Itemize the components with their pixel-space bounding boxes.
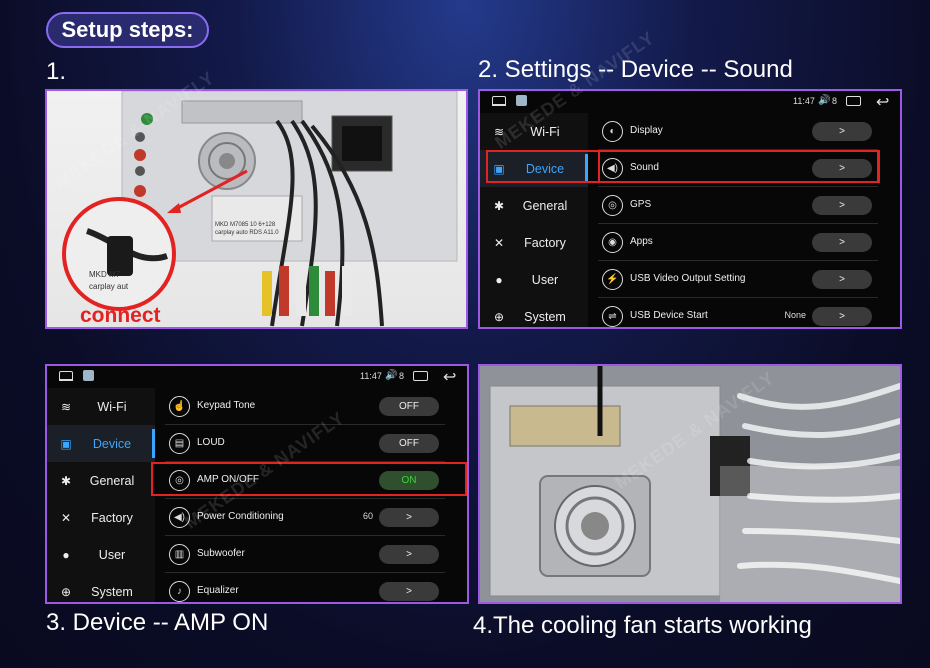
- unit-label-line1: MKD M7085 10 6+128: [215, 222, 276, 228]
- sidebar-item-label: Factory: [524, 235, 566, 250]
- head-unit-illustration: [62, 91, 458, 327]
- row-label: LOUD: [197, 437, 225, 448]
- clock: 11:47: [360, 371, 382, 381]
- display-icon: ◐: [602, 121, 623, 142]
- sidebar-item-label: Device: [525, 161, 565, 176]
- amp-icon: ◎: [169, 470, 190, 491]
- back-icon[interactable]: ↩: [443, 367, 456, 387]
- volume-level: 8: [399, 371, 405, 381]
- keypad-icon: ☝: [169, 396, 190, 417]
- step-1-label: 1.: [46, 58, 67, 85]
- status-bar: 11:47 🔊 8 ↩: [47, 366, 467, 388]
- step-3-label: 3. Device -- AMP ON: [46, 609, 269, 636]
- loud-icon: ▤: [169, 433, 190, 454]
- sound-icon: ◀): [602, 158, 623, 179]
- zoom-label-line1: MKD M7: [89, 270, 121, 279]
- settings-rows: ☝ Keypad Tone OFF ▤ LOUD OFF ◎ AMP ON/OFF ON ◀) Po…: [165, 388, 445, 602]
- sidebar-item-general[interactable]: ✱ General: [47, 462, 155, 499]
- row-value: 60: [362, 511, 373, 521]
- volume-level: 8: [832, 96, 838, 106]
- sidebar-item-label: System: [524, 309, 566, 324]
- fan-illustration: [480, 366, 900, 602]
- settings-row-amp-on-off[interactable]: ◎ AMP ON/OFF ON: [165, 462, 445, 499]
- sidebar-item-general[interactable]: ✱ General: [480, 187, 588, 224]
- chevron-right-button[interactable]: >: [812, 233, 872, 252]
- sidebar-item-user[interactable]: ● User: [47, 536, 155, 573]
- sidebar-item-label: General: [89, 473, 135, 488]
- row-label: Equalizer: [197, 585, 239, 596]
- step-4-label: 4.The cooling fan starts working: [473, 612, 812, 639]
- row-label: Sound: [630, 162, 659, 173]
- speaker-icon: 🔊: [385, 370, 398, 381]
- row-label: Display: [630, 125, 663, 136]
- chevron-right-button[interactable]: >: [812, 307, 872, 326]
- settings-row-apps[interactable]: ◉ Apps >: [598, 224, 878, 261]
- setup-steps-badge: Setup steps:: [46, 12, 209, 48]
- settings-rows: ◐ Display > ◀) Sound > ◎ GPS > ◉ Apps > ⚡ USB Video O…: [598, 113, 878, 327]
- row-label: USB Video Output Setting: [630, 273, 746, 284]
- usb-video-icon: ⚡: [602, 269, 623, 290]
- head-unit-back-photo: MKD M7085 10 6+128 carplay auto RDS A11.…: [45, 89, 468, 329]
- zoom-label-line2: carplay aut: [89, 282, 129, 291]
- row-label: USB Device Start: [630, 310, 708, 321]
- clock: 11:47: [793, 96, 815, 106]
- chevron-right-button[interactable]: >: [379, 545, 439, 564]
- row-label: GPS: [630, 199, 652, 210]
- equalizer-icon: ♪: [169, 581, 190, 602]
- app-icon[interactable]: [516, 95, 527, 106]
- toggle-button[interactable]: OFF: [379, 397, 439, 416]
- subwoofer-icon: ▥: [169, 544, 190, 565]
- row-label: Apps: [630, 236, 653, 247]
- settings-row-keypad-tone[interactable]: ☝ Keypad Tone OFF: [165, 388, 445, 425]
- sidebar-item-factory[interactable]: ✕ Factory: [480, 224, 588, 261]
- row-label: Keypad Tone: [197, 400, 256, 411]
- cooling-fan-photo: [478, 364, 902, 604]
- toggle-button[interactable]: OFF: [379, 434, 439, 453]
- settings-row-usb-device-start[interactable]: ⇌ USB Device Start None >: [598, 298, 878, 327]
- home-icon[interactable]: [59, 371, 73, 381]
- chevron-right-button[interactable]: >: [812, 159, 872, 178]
- settings-sidebar: ≋ Wi-Fi ▣ Device ✱ General ✕ Factory ● User ⊕ Syste…: [480, 113, 588, 327]
- sidebar-item-label: User: [531, 272, 559, 287]
- sidebar-item-label: Wi-Fi: [97, 399, 127, 414]
- sidebar-item-label: System: [91, 584, 133, 599]
- sidebar-item-factory[interactable]: ✕ Factory: [47, 499, 155, 536]
- usb-icon: ⇌: [602, 306, 623, 327]
- chevron-right-button[interactable]: >: [379, 508, 439, 527]
- chevron-right-button[interactable]: >: [812, 196, 872, 215]
- settings-row-equalizer[interactable]: ♪ Equalizer >: [165, 573, 445, 602]
- unit-label-line2: carplay auto RDS A11.0: [215, 230, 279, 236]
- settings-row-gps[interactable]: ◎ GPS >: [598, 187, 878, 224]
- sidebar-item-user[interactable]: ● User: [480, 261, 588, 298]
- sidebar-item-label: User: [98, 547, 126, 562]
- home-icon[interactable]: [492, 96, 506, 106]
- gps-icon: ◎: [602, 195, 623, 216]
- row-label: Subwoofer: [197, 548, 245, 559]
- sidebar-item-device[interactable]: ▣ Device: [47, 425, 155, 462]
- settings-row-display[interactable]: ◐ Display >: [598, 113, 878, 150]
- sidebar-item-wifi[interactable]: ≋ Wi-Fi: [47, 388, 155, 425]
- toggle-button[interactable]: ON: [379, 471, 439, 490]
- row-value: None: [784, 310, 806, 320]
- recent-apps-icon[interactable]: [846, 96, 861, 106]
- sidebar-item-device[interactable]: ▣ Device: [480, 150, 588, 187]
- speaker-icon: 🔊: [818, 95, 831, 106]
- apps-icon: ◉: [602, 232, 623, 253]
- back-icon[interactable]: ↩: [876, 92, 889, 112]
- settings-sidebar: ≋ Wi-Fi ▣ Device ✱ General ✕ Factory ● User ⊕ Syste…: [47, 388, 155, 602]
- chevron-right-button[interactable]: >: [812, 122, 872, 141]
- sidebar-item-label: Factory: [91, 510, 133, 525]
- app-icon[interactable]: [83, 370, 94, 381]
- chevron-right-button[interactable]: >: [812, 270, 872, 289]
- settings-row-usb-video-output-setting[interactable]: ⚡ USB Video Output Setting >: [598, 261, 878, 298]
- settings-row-subwoofer[interactable]: ▥ Subwoofer >: [165, 536, 445, 573]
- connect-callout: connect: [80, 304, 161, 327]
- settings-row-sound[interactable]: ◀) Sound >: [598, 150, 878, 187]
- sidebar-item-label: General: [522, 198, 568, 213]
- sidebar-item-label: Device: [92, 436, 132, 451]
- chevron-right-button[interactable]: >: [379, 582, 439, 601]
- sidebar-item-system[interactable]: ⊕ System: [480, 298, 588, 327]
- recent-apps-icon[interactable]: [413, 371, 428, 381]
- sidebar-item-system[interactable]: ⊕ System: [47, 573, 155, 602]
